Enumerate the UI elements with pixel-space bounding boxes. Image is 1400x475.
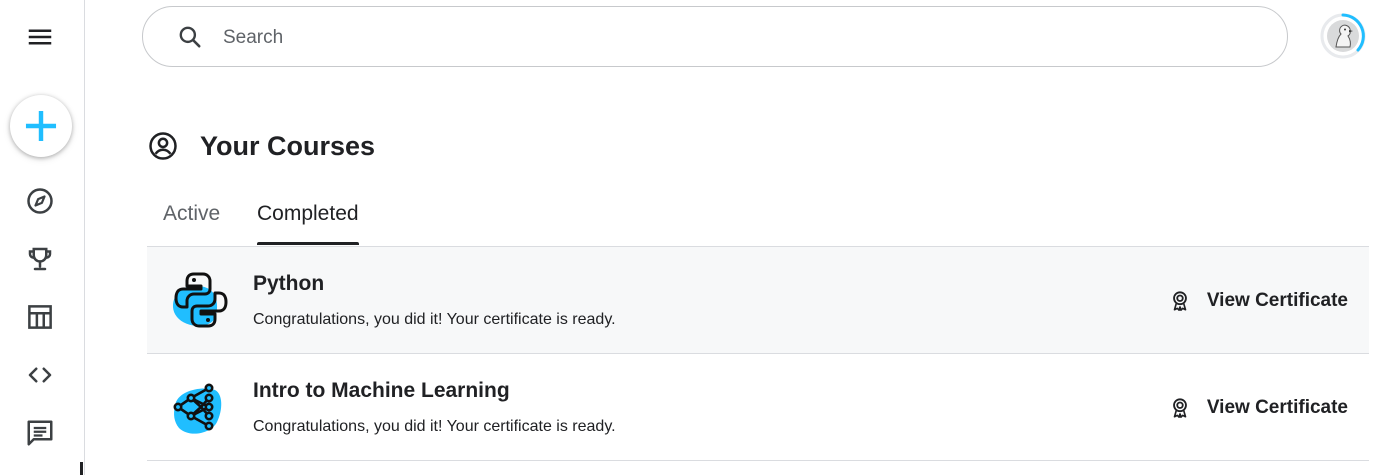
view-certificate-button[interactable]: View Certificate (1169, 287, 1348, 315)
sidebar-item-discussions[interactable] (24, 417, 56, 449)
compass-icon (27, 188, 53, 214)
sidebar-item-datasets[interactable] (24, 301, 56, 333)
avatar[interactable] (1320, 13, 1366, 59)
course-name[interactable]: Python (253, 272, 324, 296)
search-icon (179, 26, 201, 48)
course-tabs: Active Completed (147, 196, 1369, 247)
certificate-badge-icon (1172, 398, 1187, 418)
sidebar-item-code[interactable] (24, 359, 56, 391)
code-icon (28, 367, 52, 383)
page-header: Your Courses (148, 128, 375, 164)
course-list: Python Congratulations, you did it! Your… (147, 247, 1369, 461)
view-certificate-label: View Certificate (1206, 397, 1348, 418)
sidebar-selection-indicator (80, 462, 83, 475)
machine-learning-icon (173, 383, 222, 434)
course-name[interactable]: Intro to Machine Learning (253, 379, 510, 403)
trophy-icon (28, 247, 52, 271)
course-row-intro-ml[interactable]: Intro to Machine Learning Congratulation… (147, 354, 1369, 461)
python-logo-icon (172, 272, 228, 328)
plus-icon (25, 110, 57, 142)
sidebar-item-competitions[interactable] (24, 243, 56, 275)
sidebar (0, 0, 85, 475)
course-status: Congratulations, you did it! Your certif… (253, 311, 616, 328)
view-certificate-label: View Certificate (1206, 290, 1348, 311)
table-icon (28, 305, 52, 329)
search-bar[interactable] (142, 6, 1288, 67)
course-status: Congratulations, you did it! Your certif… (253, 418, 616, 435)
tab-completed[interactable]: Completed (257, 196, 359, 245)
create-button[interactable] (10, 95, 72, 157)
sidebar-item-explore[interactable] (24, 185, 56, 217)
comment-icon (27, 420, 53, 446)
page-title: Your Courses (200, 130, 376, 161)
course-row-python[interactable]: Python Congratulations, you did it! Your… (147, 247, 1369, 354)
tab-active[interactable]: Active (163, 196, 220, 245)
certificate-badge-icon (1172, 291, 1187, 311)
user-circle-icon (149, 132, 177, 160)
hamburger-menu-icon[interactable] (24, 21, 56, 53)
view-certificate-button[interactable]: View Certificate (1169, 394, 1348, 422)
search-input[interactable] (221, 19, 1265, 57)
